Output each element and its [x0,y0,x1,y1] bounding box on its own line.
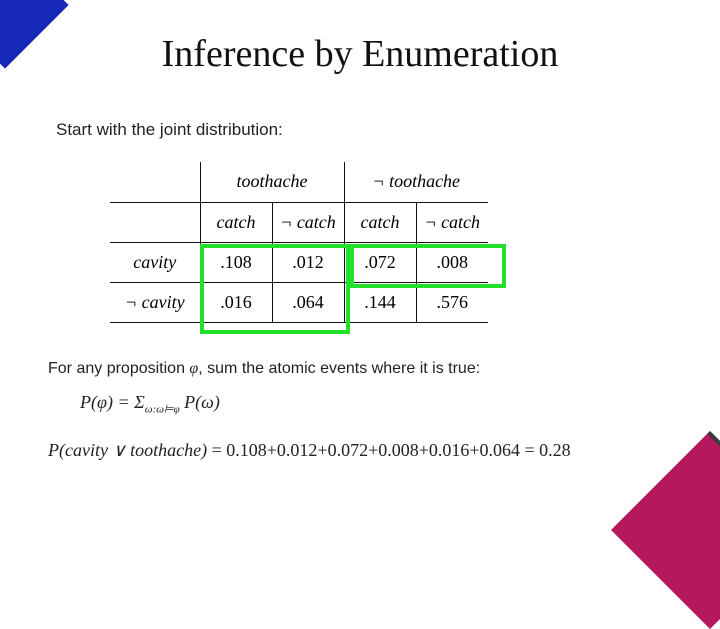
probability-sum-formula: P(φ) = Σω:ω⊨φ P(ω) [80,392,220,416]
joint-distribution-table: toothache ¬ toothache catch ¬ catch catc… [110,162,488,323]
eq-lhs: P(cavity ∨ toothache) [48,440,212,460]
cell: .072 [344,242,416,282]
cell: .064 [272,282,344,322]
cell: .012 [272,242,344,282]
cell: .016 [200,282,272,322]
formula-lhs: P(φ) = Σ [80,392,145,412]
row-cavity: cavity [110,242,200,282]
formula-sub: ω:ω⊨φ [145,404,180,416]
cell: .108 [200,242,272,282]
cell: .144 [344,282,416,322]
eq-rhs: = 0.108+0.012+0.072+0.008+0.016+0.064 = … [212,440,571,460]
slide-title: Inference by Enumeration [0,32,720,76]
col-catch-2: catch [344,202,416,242]
explain-text: For any proposition φ, sum the atomic ev… [48,360,480,378]
cell: .576 [416,282,488,322]
cell: .008 [416,242,488,282]
col-group-toothache: toothache [200,162,344,202]
col-not-catch: ¬ catch [272,202,344,242]
row-not-cavity: ¬ cavity [110,282,200,322]
blank-cell [110,202,200,242]
blank-cell [110,162,200,202]
explain-text-b: , sum the atomic events where it is true… [198,360,480,377]
phi-symbol: φ [189,360,198,377]
corner-accent-bottom-right [611,431,720,629]
intro-text: Start with the joint distribution: [56,120,283,140]
explain-text-a: For any proposition [48,360,189,377]
col-group-not-toothache: ¬ toothache [344,162,488,202]
formula-rhs: P(ω) [180,392,220,412]
col-not-catch-2: ¬ catch [416,202,488,242]
worked-equation: P(cavity ∨ toothache) = 0.108+0.012+0.07… [48,440,571,461]
col-catch: catch [200,202,272,242]
